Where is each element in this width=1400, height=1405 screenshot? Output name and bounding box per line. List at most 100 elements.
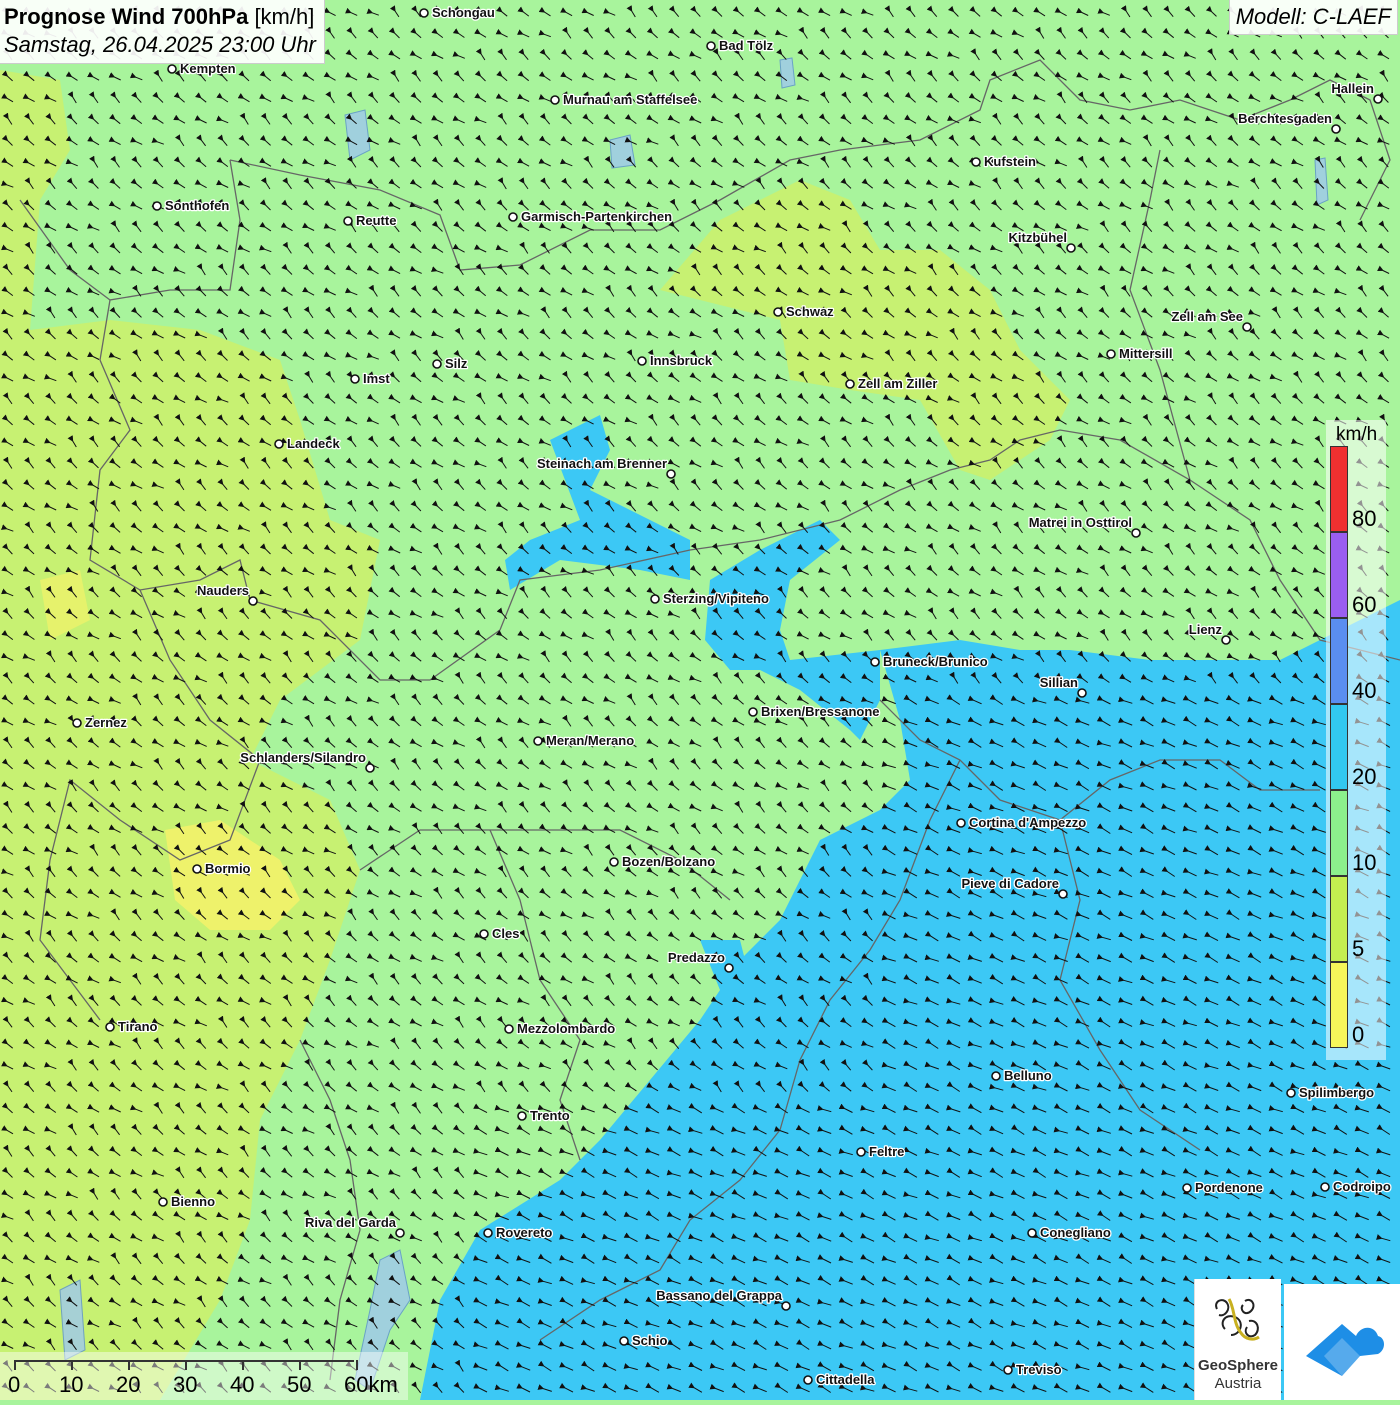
town-label: Hallein: [1331, 81, 1374, 96]
scale-line: [14, 1360, 354, 1362]
town-marker[interactable]: Schongau: [419, 4, 496, 21]
legend-label: 10: [1352, 850, 1377, 875]
town-dot: [395, 1228, 405, 1238]
scale-label: 60km: [344, 1372, 398, 1397]
town-label: Riva del Garda: [305, 1215, 397, 1230]
town-dot: [1027, 1228, 1037, 1238]
town-dot: [724, 963, 734, 973]
town-label: Cortina d'Ampezzo: [969, 815, 1086, 830]
town-marker[interactable]: Spilimbergo: [1286, 1084, 1375, 1101]
town-dot: [274, 439, 284, 449]
town-label: Zernez: [85, 715, 127, 730]
town-dot: [666, 469, 676, 479]
town-label: Mezzolombardo: [517, 1021, 615, 1036]
town-label: Kitzbühel: [1009, 230, 1068, 245]
town-label: Meran/Merano: [546, 733, 634, 748]
town-dot: [956, 818, 966, 828]
town-dot: [479, 929, 489, 939]
map-title-box: Prognose Wind 700hPa [km/h] Samstag, 26.…: [0, 0, 325, 64]
town-label: Bormio: [205, 861, 251, 876]
town-label: Sillian: [1040, 675, 1078, 690]
town-marker[interactable]: Mezzolombardo: [504, 1020, 617, 1037]
town-label: Bienno: [171, 1194, 215, 1209]
town-dot: [1320, 1182, 1330, 1192]
town-dot: [365, 763, 375, 773]
town-label: Steinach am Brenner: [537, 456, 667, 471]
town-dot: [1003, 1365, 1013, 1375]
town-dot: [637, 356, 647, 366]
town-label: Rovereto: [496, 1225, 552, 1240]
town-label: Conegliano: [1040, 1225, 1111, 1240]
town-label: Sonthofen: [165, 198, 229, 213]
town-label: Codroipo: [1333, 1179, 1391, 1194]
town-label: Predazzo: [668, 950, 725, 965]
town-dot: [1066, 243, 1076, 253]
town-marker[interactable]: Garmisch-Partenkirchen: [508, 208, 673, 225]
wind-map[interactable]: SchongauBad TölzKemptenMurnau am Staffel…: [0, 0, 1400, 1400]
scale-tick: [356, 1360, 358, 1370]
town-marker[interactable]: Meran/Merano: [533, 732, 635, 749]
town-dot: [432, 359, 442, 369]
town-dot: [167, 64, 177, 74]
town-dot: [158, 1197, 168, 1207]
legend-swatch: [1330, 532, 1348, 618]
geosphere-name: GeoSphere: [1197, 1357, 1279, 1374]
town-dot: [192, 864, 202, 874]
scale-tick: [14, 1360, 16, 1370]
town-dot: [343, 216, 353, 226]
town-dot: [609, 857, 619, 867]
town-label: Bassano del Grappa: [656, 1288, 782, 1303]
color-legend: km/h 80 60 40 20 10 5 0: [1326, 420, 1386, 1060]
town-dot: [1373, 94, 1383, 104]
scale-bar: 0 10 20 30 40 50 60km: [0, 1352, 408, 1400]
scale-tick: [242, 1360, 244, 1370]
town-dot: [1106, 349, 1116, 359]
town-label: Cittadella: [816, 1372, 875, 1387]
town-dot: [1242, 322, 1252, 332]
town-marker[interactable]: Pordenone: [1182, 1179, 1264, 1196]
town-dot: [1331, 124, 1341, 134]
town-marker[interactable]: Murnau am Staffelsee: [550, 91, 699, 108]
town-label: Bad Tölz: [719, 38, 774, 53]
town-marker[interactable]: Zell am Ziller: [845, 375, 939, 392]
scale-tick: [185, 1360, 187, 1370]
scale-tick: [128, 1360, 130, 1370]
town-dot: [856, 1147, 866, 1157]
town-marker[interactable]: Bruneck/Brunico: [870, 653, 989, 670]
town-dot: [1286, 1088, 1296, 1098]
town-label: Belluno: [1004, 1068, 1052, 1083]
town-marker[interactable]: Brixen/Bressanone: [748, 703, 881, 720]
town-label: Zell am See: [1171, 309, 1243, 324]
town-marker[interactable]: Sterzing/Vipiteno: [650, 590, 770, 607]
town-dot: [248, 596, 258, 606]
town-label: Cles: [492, 926, 519, 941]
town-label: Sterzing/Vipiteno: [663, 591, 769, 606]
town-marker[interactable]: Sonthofen: [152, 197, 231, 214]
town-label: Zell am Ziller: [858, 376, 937, 391]
forecast-datetime: Samstag, 26.04.2025 23:00 Uhr: [4, 32, 316, 57]
weather-app-logo[interactable]: [1284, 1284, 1400, 1400]
town-dot: [1077, 688, 1087, 698]
town-label: Schongau: [432, 5, 495, 20]
town-dot: [650, 594, 660, 604]
town-dot: [550, 95, 560, 105]
geosphere-logo[interactable]: GeoSphere Austria: [1194, 1279, 1281, 1400]
town-marker[interactable]: Innsbruck: [637, 352, 714, 369]
model-label: Modell: C-LAEF: [1228, 0, 1398, 35]
scale-label: 10: [59, 1372, 84, 1397]
town-dot: [748, 707, 758, 717]
town-dot: [1221, 635, 1231, 645]
town-marker[interactable]: Cortina d'Ampezzo: [956, 814, 1088, 831]
town-label: Treviso: [1016, 1362, 1062, 1377]
town-label: Silz: [445, 356, 468, 371]
town-label: Tirano: [118, 1019, 158, 1034]
town-dot: [845, 379, 855, 389]
legend-swatch: [1330, 876, 1348, 962]
town-dot: [619, 1336, 629, 1346]
town-marker[interactable]: Conegliano: [1027, 1224, 1112, 1241]
town-dot: [1058, 889, 1068, 899]
geosphere-country: Austria: [1214, 1375, 1262, 1392]
legend-swatch: [1330, 618, 1348, 704]
town-label: Brixen/Bressanone: [761, 704, 880, 719]
town-marker[interactable]: Bozen/Bolzano: [609, 853, 716, 870]
